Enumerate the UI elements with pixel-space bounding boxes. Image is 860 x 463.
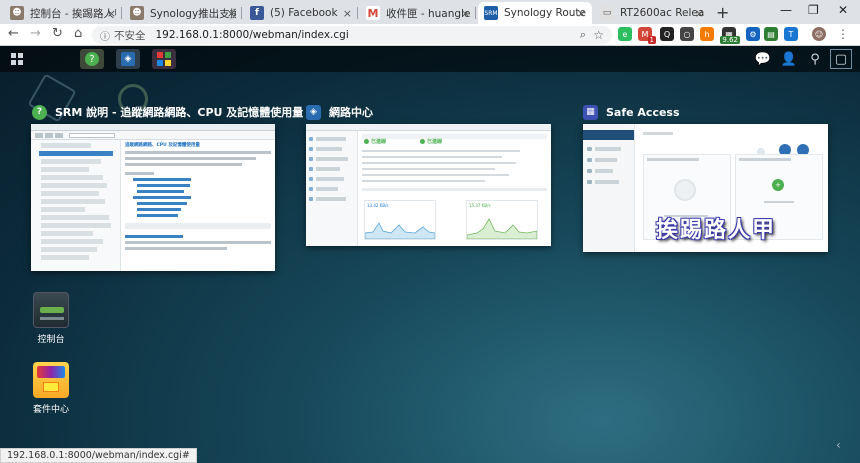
close-icon[interactable]: ×: [461, 7, 470, 20]
window-close-button[interactable]: ✕: [838, 3, 848, 17]
url-text[interactable]: 192.168.0.1:8000/webman/index.cgi: [156, 29, 349, 41]
control-panel-icon: [33, 292, 69, 328]
home-button[interactable]: ⌂: [74, 26, 82, 41]
shortcut-label: 控制台: [37, 335, 65, 345]
tab-synology-news[interactable]: ☻ Synology推出支援8 ×: [124, 2, 242, 24]
srm-taskbar: ? ◈ 💬 👤 ⚲ ▢: [0, 46, 860, 72]
new-tab-button[interactable]: +: [716, 3, 729, 22]
safe-access-icon: ▦: [583, 104, 598, 120]
evernote-icon[interactable]: e: [618, 27, 632, 41]
window-title-text: 網路中心: [329, 106, 373, 119]
profile-avatar-icon[interactable]: ☺: [812, 27, 826, 41]
shortcut-label: 套件中心: [32, 405, 69, 415]
synology-srm-icon: SRM: [484, 6, 498, 20]
insecure-label: 不安全: [114, 29, 146, 42]
window-title-text: Safe Access: [606, 105, 680, 119]
tab-facebook[interactable]: f (5) Facebook ×: [244, 2, 358, 24]
main-menu-icon[interactable]: [6, 49, 28, 69]
tab-label: RT2600ac Release N: [620, 7, 704, 19]
lan-status: 已連線: [420, 138, 442, 145]
package-center-shortcut[interactable]: 套件中心: [21, 362, 81, 415]
network-center-icon: ◈: [121, 52, 135, 66]
upload-chart-1: 13.42 KB/s: [364, 200, 436, 240]
preview-titlebar: [306, 124, 551, 131]
package-center-icon: [33, 362, 69, 398]
qbox-icon[interactable]: Q: [660, 27, 674, 41]
window-title-help[interactable]: ? SRM 說明 - 追蹤網路網路、CPU 及記憶體使用量: [32, 103, 303, 121]
close-icon[interactable]: ×: [577, 7, 586, 20]
taskbar-network-center-app[interactable]: ◈: [116, 49, 140, 69]
info-icon[interactable]: ⓘ: [100, 28, 110, 43]
close-icon[interactable]: ×: [343, 7, 352, 20]
preview-toolbar: [31, 131, 275, 140]
counter-icon[interactable]: ▦ 9.62: [720, 27, 740, 44]
taskbar-help-app[interactable]: ?: [80, 49, 104, 69]
facebook-icon: f: [250, 6, 264, 20]
close-icon[interactable]: ×: [695, 7, 704, 20]
browser-toolbar: ← → ↻ ⌂ ⓘ 不安全 192.168.0.1:8000/webman/in…: [0, 24, 860, 46]
taskbar-safe-access-app[interactable]: [152, 49, 176, 69]
gmail-icon: M: [366, 6, 380, 20]
help-window-preview[interactable]: 追蹤網路網路、CPU 及記憶體使用量: [31, 124, 275, 271]
honey-icon[interactable]: h: [700, 27, 714, 41]
watermark-text: 挨踢路人甲: [656, 217, 777, 243]
tab-label: (5) Facebook: [270, 7, 338, 19]
forward-button[interactable]: →: [30, 26, 41, 41]
close-icon[interactable]: ×: [227, 7, 236, 20]
network-center-window-preview[interactable]: 已連線 已連線 13.42 KB/s 15.37 KB/s: [306, 124, 551, 246]
nc-main: 已連線 已連線 13.42 KB/s 15.37 KB/s: [362, 134, 547, 246]
help-toc: [31, 140, 121, 271]
help-content-title: 追蹤網路網路、CPU 及記憶體使用量: [125, 143, 200, 148]
translate-extension-icon[interactable]: T: [784, 27, 798, 41]
tab-synology-router[interactable]: SRM Synology Router - ×: [478, 2, 592, 24]
search-icon[interactable]: ⚲: [804, 49, 826, 69]
collapse-chevron-icon[interactable]: ‹: [836, 438, 841, 452]
notification-icon[interactable]: 💬: [752, 49, 774, 69]
help-content: 追蹤網路網路、CPU 及記憶體使用量: [125, 142, 271, 271]
back-button[interactable]: ←: [8, 26, 19, 41]
tab-label: Synology推出支援8: [150, 7, 236, 20]
gear-extension-icon[interactable]: ⚙: [746, 27, 760, 41]
restore-button[interactable]: ❐: [808, 3, 819, 17]
address-bar[interactable]: ⓘ 不安全 192.168.0.1:8000/webman/index.cgi …: [92, 26, 612, 44]
upload-chart-2: 15.37 KB/s: [466, 200, 538, 240]
sa-sidebar: [583, 124, 635, 252]
browser-status-bar: 192.168.0.1:8000/webman/index.cgi#: [0, 448, 197, 463]
blog-icon: ☻: [130, 6, 144, 20]
bookmark-star-icon[interactable]: ☆: [593, 28, 604, 42]
close-icon[interactable]: ×: [107, 7, 116, 20]
grid-extension-icon[interactable]: ▤: [764, 27, 778, 41]
zoom-icon[interactable]: ⌕: [580, 28, 586, 42]
help-icon: ?: [32, 104, 47, 120]
safe-access-icon: [157, 52, 171, 66]
wan-status: 已連線: [364, 138, 386, 145]
page-icon: ▭: [600, 6, 614, 20]
circle-icon[interactable]: ○: [680, 27, 694, 41]
tab-rt2600ac-release[interactable]: ▭ RT2600ac Release N ×: [594, 2, 710, 24]
menu-dots-icon[interactable]: ⋮: [836, 27, 850, 41]
help-icon: ?: [85, 52, 99, 66]
preview-titlebar: [31, 124, 275, 131]
browser-tab-strip: ☻ 控制台 - 挨踢路人甲 × ☻ Synology推出支援8 × f (5) …: [0, 0, 860, 24]
window-title-safe-access[interactable]: ▦ Safe Access: [583, 103, 680, 121]
srm-desktop: ? ◈ 💬 👤 ⚲ ▢ ? SRM 說明 - 追蹤網路網路、CPU 及記憶體使用…: [0, 46, 860, 463]
user-icon[interactable]: 👤: [778, 49, 800, 69]
nc-sidebar: [306, 131, 358, 246]
tab-gmail-inbox[interactable]: M 收件匣 - huangle18 ×: [360, 2, 476, 24]
window-overview-icon[interactable]: ▢: [830, 49, 852, 69]
minimize-button[interactable]: —: [780, 3, 792, 17]
reload-button[interactable]: ↻: [52, 26, 63, 41]
tab-label: Synology Router -: [504, 7, 586, 19]
network-center-icon: ◈: [306, 104, 321, 120]
control-panel-shortcut[interactable]: 控制台: [21, 292, 81, 345]
tab-blog-dashboard[interactable]: ☻ 控制台 - 挨踢路人甲 ×: [4, 2, 122, 24]
tab-label: 收件匣 - huangle18: [386, 7, 470, 20]
window-title-text: SRM 說明 - 追蹤網路網路、CPU 及記憶體使用量: [55, 106, 304, 119]
blog-icon: ☻: [10, 6, 24, 20]
window-title-network-center[interactable]: ◈ 網路中心: [306, 103, 373, 121]
gmail-checker-icon[interactable]: M1: [638, 27, 656, 44]
tab-label: 控制台 - 挨踢路人甲: [30, 7, 116, 20]
